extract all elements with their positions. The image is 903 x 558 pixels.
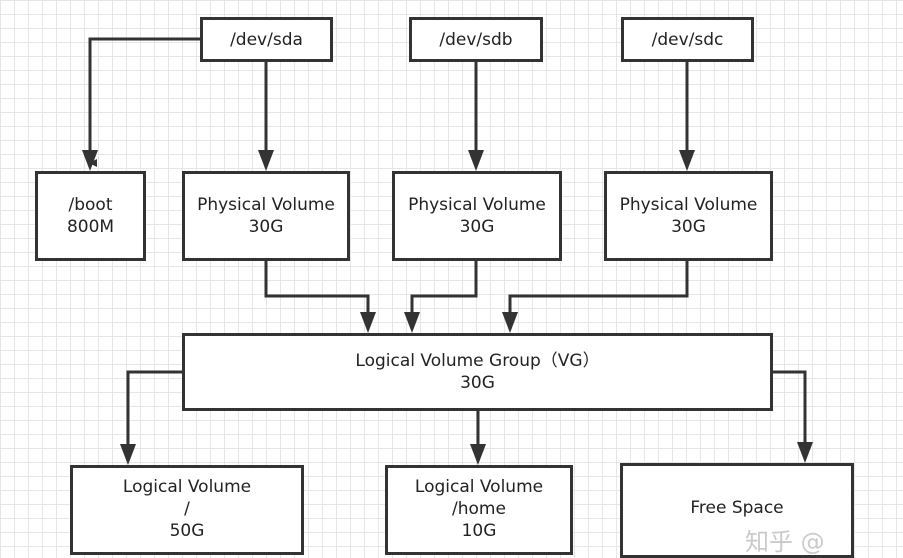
boot-partition: /boot 800M <box>35 171 146 261</box>
physical-volume-3: Physical Volume 30G <box>604 171 773 261</box>
connectors <box>82 37 813 465</box>
device-sdb: /dev/sdb <box>409 17 543 62</box>
pv-size: 30G <box>248 217 284 237</box>
boot-size: 800M <box>66 217 115 237</box>
device-sda: /dev/sda <box>200 17 333 62</box>
pv-size: 30G <box>459 217 495 237</box>
arrow-pv1-vg <box>264 260 370 325</box>
arrow-pv2-vg <box>410 260 478 325</box>
arrow-sda-boot <box>88 37 200 167</box>
physical-volume-2: Physical Volume 30G <box>392 171 562 261</box>
boot-label: /boot <box>68 195 113 215</box>
arrow-pv3-vg <box>508 260 689 325</box>
lv-label: Logical Volume <box>414 477 544 497</box>
vg-size: 30G <box>460 373 495 393</box>
watermark: 知乎 @ <box>745 528 825 556</box>
pv-size: 30G <box>671 217 706 237</box>
pv-label: Physical Volume <box>197 195 335 215</box>
vg-label: Logical Volume Group（VG） <box>355 351 600 371</box>
physical-volume-1: Physical Volume 30G <box>182 171 350 261</box>
lv-mount: / <box>184 499 190 519</box>
lv-label: Logical Volume <box>122 477 252 497</box>
device-sdc: /dev/sdc <box>621 17 754 62</box>
volume-group: Logical Volume Group（VG） 30G <box>182 333 773 411</box>
arrow-vg-lvroot <box>126 370 182 457</box>
free-space-label: Free Space <box>690 498 784 518</box>
lv-size: 10G <box>461 521 497 541</box>
lv-mount: /home <box>452 499 506 519</box>
lv-size: 50G <box>169 521 205 541</box>
device-label: /dev/sdb <box>439 29 513 50</box>
pv-label: Physical Volume <box>408 195 546 215</box>
pv-label: Physical Volume <box>619 195 758 215</box>
device-label: /dev/sda <box>230 29 303 50</box>
device-label: /dev/sdc <box>651 29 724 50</box>
